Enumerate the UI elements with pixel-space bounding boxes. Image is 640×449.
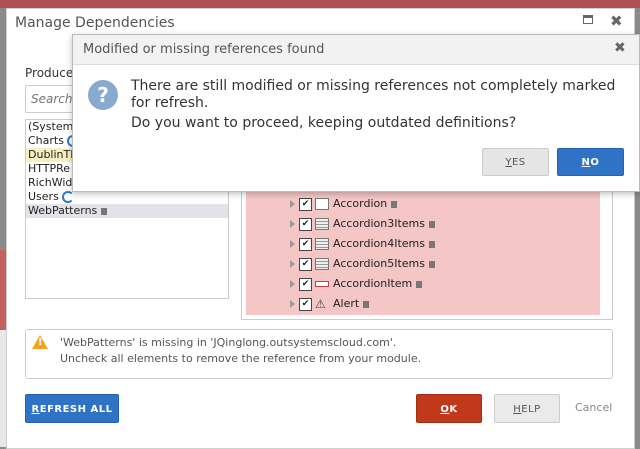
modal-header: Modified or missing references found ✖ xyxy=(73,35,639,65)
element-type-icon xyxy=(315,238,329,250)
producers-label: Producer xyxy=(25,66,79,80)
element-checkbox[interactable]: ✔ xyxy=(299,257,312,271)
expand-arrow-icon[interactable] xyxy=(290,240,295,248)
element-label: Accordion4Items xyxy=(333,237,425,250)
modal-message-line-2: Do you want to proceed, keeping outdated… xyxy=(131,115,517,131)
element-item: ✔ Accordion xyxy=(290,195,398,213)
producer-label: Charts xyxy=(28,134,64,147)
producer-label: RichWid xyxy=(28,176,73,189)
element-checkbox[interactable]: ✔ xyxy=(299,197,312,211)
producer-label: WebPatterns xyxy=(28,204,98,217)
refresh-icon[interactable] xyxy=(61,191,74,203)
expand-arrow-icon[interactable] xyxy=(290,260,295,268)
element-type-icon xyxy=(315,198,329,210)
producer-label: (System) xyxy=(28,120,78,133)
element-label: Alert xyxy=(333,297,360,310)
producer-label: HTTPRe xyxy=(28,162,71,175)
background-window xyxy=(0,0,640,8)
no-button[interactable]: NO xyxy=(557,148,624,176)
element-item: ✔ Accordion5Items xyxy=(290,255,435,273)
expand-arrow-icon[interactable] xyxy=(290,200,295,208)
expand-arrow-icon[interactable] xyxy=(290,300,295,308)
element-type-icon: ⚠ xyxy=(315,297,326,311)
element-label: Accordion5Items xyxy=(333,257,425,270)
element-checkbox[interactable]: ✔ xyxy=(299,237,312,251)
element-label: Accordion xyxy=(333,197,388,210)
modal-close-icon[interactable]: ✖ xyxy=(614,40,626,56)
dialog-title: Manage Dependencies xyxy=(15,15,175,31)
producer-label: DublinTI xyxy=(28,148,74,161)
maximize-icon[interactable] xyxy=(583,15,593,24)
trash-icon[interactable] xyxy=(429,220,435,228)
yes-button[interactable]: YES xyxy=(482,148,549,176)
modal-title: Modified or missing references found xyxy=(83,42,325,57)
trash-icon[interactable] xyxy=(429,260,435,268)
ok-button[interactable]: OK xyxy=(416,394,482,423)
element-item: ✔ AccordionItem xyxy=(290,275,423,293)
element-type-icon xyxy=(315,281,329,287)
element-type-icon xyxy=(315,258,329,270)
question-icon: ? xyxy=(88,80,118,110)
close-icon[interactable]: ✖ xyxy=(610,12,623,30)
elements-panel: ✔ Accordion ✔ Accordion3Items ✔ Accordion4Ite… xyxy=(241,186,613,320)
expand-arrow-icon[interactable] xyxy=(290,220,295,228)
element-label: Accordion3Items xyxy=(333,217,425,230)
elements-list: ✔ Accordion ✔ Accordion3Items ✔ Accordion4Ite… xyxy=(246,187,600,315)
warning-line-1: 'WebPatterns' is missing in 'JQinglong.o… xyxy=(60,336,397,349)
producer-item[interactable]: WebPatterns xyxy=(26,204,228,218)
trash-icon[interactable] xyxy=(391,200,398,208)
element-checkbox[interactable]: ✔ xyxy=(299,217,312,231)
element-checkbox[interactable]: ✔ xyxy=(299,277,312,291)
producer-item[interactable]: Users xyxy=(26,190,228,204)
element-item: ✔ Accordion3Items xyxy=(290,215,435,233)
missing-reference-warning: ! 'WebPatterns' is missing in 'JQinglong… xyxy=(25,329,613,379)
missing-references-modal: Modified or missing references found ✖ ?… xyxy=(72,34,640,192)
help-button[interactable]: HELP xyxy=(494,394,560,423)
element-label: AccordionItem xyxy=(333,277,413,290)
trash-icon[interactable] xyxy=(429,240,435,248)
warning-line-2: Uncheck all elements to remove the refer… xyxy=(60,352,422,365)
element-item: ✔ Accordion4Items xyxy=(290,235,435,253)
trash-icon[interactable] xyxy=(363,300,370,308)
expand-arrow-icon[interactable] xyxy=(290,280,295,288)
trash-icon[interactable] xyxy=(416,280,423,288)
modal-message-line-1: There are still modified or missing refe… xyxy=(131,78,616,111)
element-item: ✔ ⚠ Alert xyxy=(290,295,370,313)
refresh-all-button[interactable]: REFRESH ALL xyxy=(25,394,119,423)
element-type-icon xyxy=(315,218,329,230)
producer-label: Users xyxy=(28,190,59,203)
element-checkbox[interactable]: ✔ xyxy=(299,297,312,311)
cancel-link[interactable]: Cancel xyxy=(575,401,612,414)
warning-icon: ! xyxy=(32,335,48,349)
trash-icon[interactable] xyxy=(101,207,108,215)
